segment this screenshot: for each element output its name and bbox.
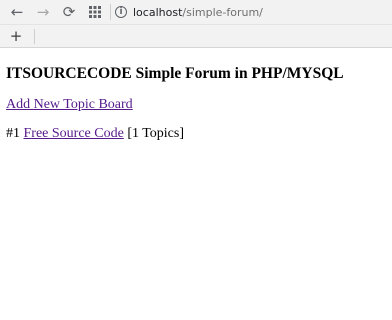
page-title: ITSOURCECODE Simple Forum in PHP/MYSQL <box>6 65 344 82</box>
board-link[interactable]: Free Source Code <box>24 126 124 141</box>
url-host: localhost <box>133 5 183 19</box>
url-divider <box>110 4 111 20</box>
url-path: /simple-forum/ <box>182 5 263 19</box>
page-content: ITSOURCECODE Simple Forum in PHP/MYSQL A… <box>0 65 392 142</box>
apps-grid-icon[interactable] <box>82 1 108 23</box>
bookmarks-bar: + <box>0 24 392 47</box>
browser-toolbar: ← → ⟳ i localhost/simple-forum/ <box>0 0 392 24</box>
back-arrow-icon[interactable]: ← <box>4 1 30 23</box>
browser-chrome: ← → ⟳ i localhost/simple-forum/ + <box>0 0 392 48</box>
apps-grid-glyph <box>89 6 101 18</box>
board-list-item: #1 Free Source Code [1 Topics] <box>6 126 386 142</box>
reload-icon[interactable]: ⟳ <box>56 1 82 23</box>
info-icon[interactable]: i <box>115 6 127 18</box>
add-topic-link[interactable]: Add New Topic Board <box>6 97 133 112</box>
board-number: #1 <box>6 126 20 141</box>
forward-arrow-icon[interactable]: → <box>30 1 56 23</box>
address-bar[interactable]: localhost/simple-forum/ <box>133 6 263 19</box>
bookmark-divider <box>34 28 35 44</box>
plus-icon[interactable]: + <box>8 27 24 45</box>
board-topic-count: [1 Topics] <box>127 126 185 141</box>
add-topic-row: Add New Topic Board <box>6 97 386 113</box>
